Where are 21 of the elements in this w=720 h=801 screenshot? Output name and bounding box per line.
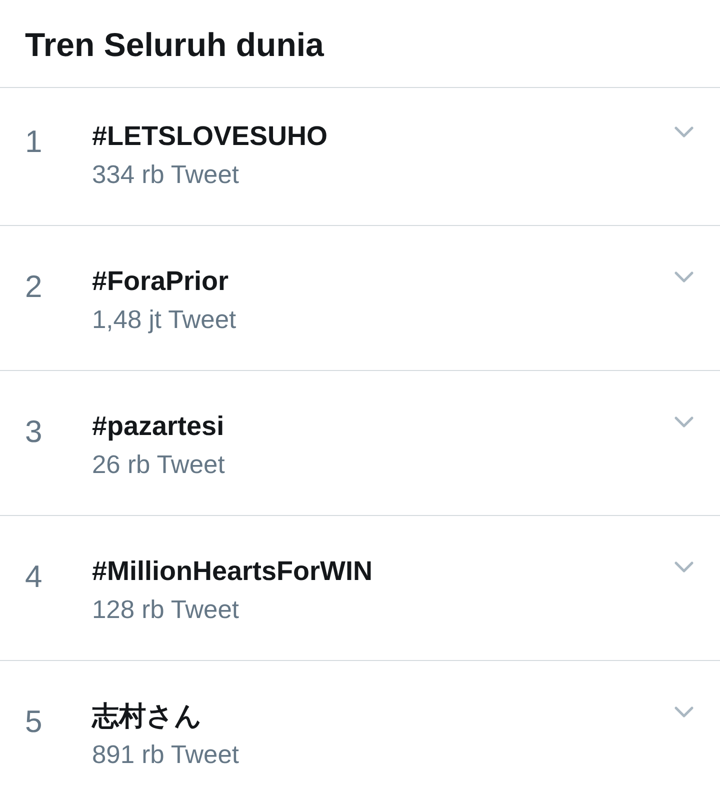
trend-name[interactable]: #ForaPrior (92, 263, 229, 299)
trend-rank: 4 (25, 559, 44, 595)
trend-name[interactable]: #LETSLOVESUHO (92, 118, 328, 154)
section-title: Tren Seluruh dunia (25, 25, 324, 65)
trend-name[interactable]: #pazartesi (92, 408, 224, 444)
tweet-count: 334 rb Tweet (92, 160, 239, 190)
chevron-icon[interactable] (674, 271, 694, 283)
chevron-icon[interactable] (674, 416, 694, 428)
tweet-count: 1,48 jt Tweet (92, 305, 236, 335)
tweet-count: 891 rb Tweet (92, 740, 239, 770)
trend-name[interactable]: #MillionHeartsForWIN (92, 553, 373, 589)
trend-rank: 5 (25, 704, 44, 740)
trend-name[interactable]: 志村さん (92, 698, 202, 734)
trend-rank: 3 (25, 414, 44, 450)
chevron-icon[interactable] (674, 706, 694, 718)
trend-rank: 1 (25, 124, 44, 160)
tweet-count: 26 rb Tweet (92, 450, 225, 480)
chevron-icon[interactable] (674, 561, 694, 573)
tweet-count: 128 rb Tweet (92, 595, 239, 625)
chevron-icon[interactable] (674, 126, 694, 138)
trend-rank: 2 (25, 269, 44, 305)
